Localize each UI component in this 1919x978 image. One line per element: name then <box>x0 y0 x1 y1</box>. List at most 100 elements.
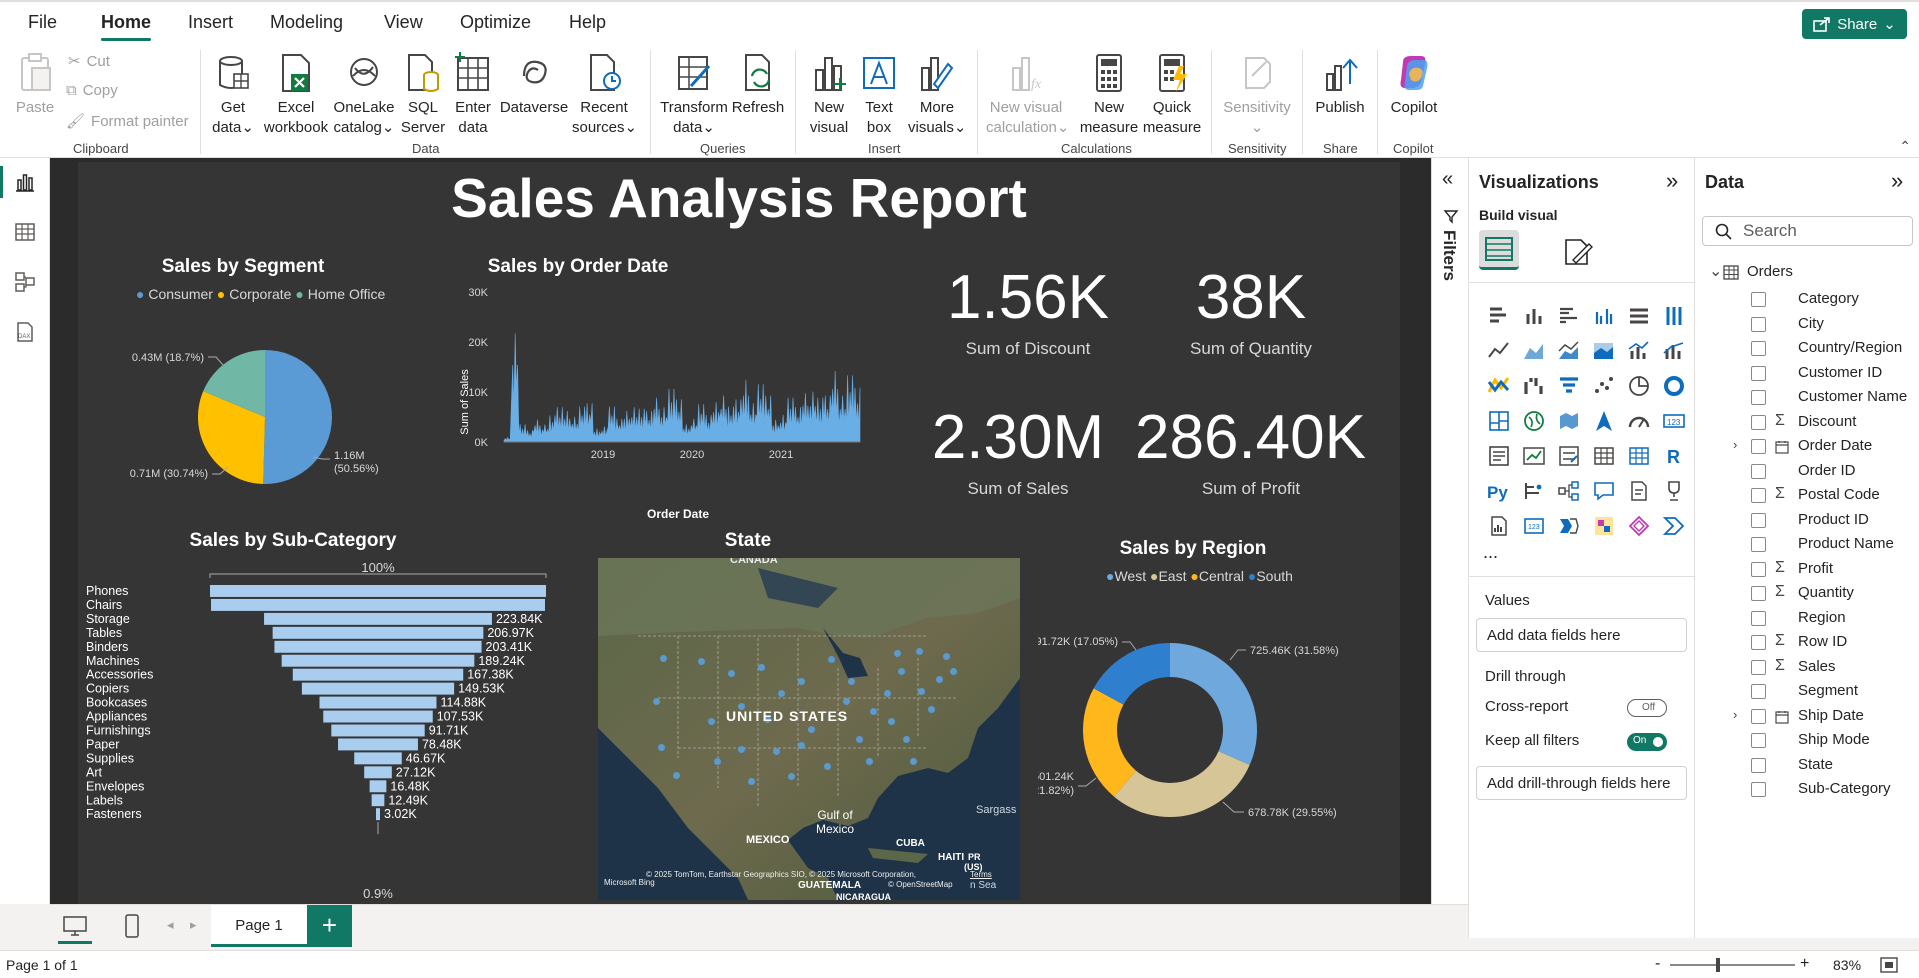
more-visuals-button[interactable]: More visuals⌄ <box>908 52 966 138</box>
field-checkbox[interactable] <box>1751 341 1766 356</box>
ribbon-chart-visual-button[interactable] <box>1481 368 1516 403</box>
field-checkbox[interactable] <box>1751 292 1766 307</box>
field-checkbox[interactable] <box>1751 708 1766 724</box>
field-checkbox[interactable] <box>1751 512 1766 528</box>
map-point[interactable] <box>808 726 815 733</box>
field-segment[interactable]: Segment <box>1695 680 1919 704</box>
filters-pane-collapsed[interactable]: « Filters <box>1431 158 1468 904</box>
table-view-icon[interactable] <box>13 220 37 244</box>
new-visual-button[interactable]: New visual <box>806 52 852 138</box>
map-globe-visual-button[interactable] <box>1516 403 1551 438</box>
map-visual[interactable]: CANADA UNITED STATES Gulf of Mexico MEXIC… <box>598 558 1020 900</box>
field-checkbox[interactable] <box>1751 439 1766 454</box>
map-point[interactable] <box>870 708 877 715</box>
zoom-slider[interactable] <box>1670 964 1795 966</box>
stacked-bar-chart-visual-button[interactable] <box>1481 298 1516 333</box>
card-new-visual-button[interactable]: 123 <box>1516 508 1551 543</box>
map-point[interactable] <box>778 690 785 697</box>
field-checkbox[interactable] <box>1751 414 1766 430</box>
map-point[interactable] <box>660 655 667 662</box>
text-box-button[interactable]: Text box <box>856 52 902 138</box>
map-terms-link[interactable]: Terms <box>970 870 992 879</box>
field-country-region[interactable]: Country/Region <box>1695 337 1919 361</box>
metrics-visual-button[interactable] <box>1621 508 1656 543</box>
field-checkbox[interactable] <box>1751 684 1766 699</box>
drill-through-field-well[interactable]: Add drill-through fields here <box>1476 766 1687 800</box>
field-profit[interactable]: Σ Profit <box>1695 558 1919 582</box>
zoom-out-button[interactable]: - <box>1655 955 1660 973</box>
100-stacked-area-visual-button[interactable] <box>1586 333 1621 368</box>
recent-sources-button[interactable]: Recent sources⌄ <box>572 52 637 138</box>
field-customer-id[interactable]: Customer ID <box>1695 362 1919 386</box>
zoom-in-button[interactable]: + <box>1800 955 1809 973</box>
onelake-catalog-button[interactable]: OneLake catalog⌄ <box>332 52 396 138</box>
field-quantity[interactable]: Σ Quantity <box>1695 582 1919 606</box>
map-point[interactable] <box>653 698 660 705</box>
pie-chart-visual-button[interactable] <box>1621 368 1656 403</box>
field-checkbox[interactable] <box>1751 659 1766 675</box>
funnel-chart-visual-button[interactable] <box>1551 368 1586 403</box>
collapse-ribbon-icon[interactable]: ⌃ <box>1899 138 1911 155</box>
clustered-column-chart-visual-button[interactable] <box>1586 298 1621 333</box>
field-checkbox[interactable] <box>1751 733 1766 748</box>
filled-map-visual-button[interactable] <box>1551 403 1586 438</box>
new-visual-calculation-button[interactable]: fx New visual calculation⌄ <box>986 52 1069 138</box>
previous-page-icon[interactable]: ◂ <box>167 917 174 933</box>
field-product-id[interactable]: Product ID <box>1695 509 1919 533</box>
field-row-id[interactable]: Σ Row ID <box>1695 631 1919 655</box>
field-customer-name[interactable]: Customer Name <box>1695 386 1919 410</box>
map-point[interactable] <box>856 736 863 743</box>
field-category[interactable]: Category <box>1695 288 1919 312</box>
next-page-icon[interactable]: ▸ <box>190 917 197 933</box>
power-automate-visual-button[interactable] <box>1551 508 1586 543</box>
field-checkbox[interactable] <box>1751 782 1766 797</box>
model-view-icon[interactable] <box>13 270 37 294</box>
sql-server-button[interactable]: SQL Server <box>400 52 446 138</box>
paste-button[interactable]: Paste <box>14 52 56 118</box>
map-point[interactable] <box>728 670 735 677</box>
scatter-chart-visual-button[interactable] <box>1586 368 1621 403</box>
clustered-bar-chart-visual-button[interactable] <box>1551 298 1586 333</box>
tab-modeling[interactable]: Modeling <box>270 12 343 33</box>
map-point[interactable] <box>708 718 715 725</box>
field-checkbox[interactable] <box>1751 561 1766 577</box>
tab-insert[interactable]: Insert <box>188 12 233 33</box>
field-checkbox[interactable] <box>1751 610 1766 626</box>
100-bar-chart-visual-button[interactable] <box>1621 298 1656 333</box>
values-field-well[interactable]: Add data fields here <box>1476 618 1687 652</box>
table-visual-button[interactable] <box>1586 438 1621 473</box>
dataverse-button[interactable]: Dataverse <box>499 52 569 118</box>
field-checkbox[interactable] <box>1751 463 1766 479</box>
map-point[interactable] <box>798 742 805 749</box>
line-column-chart-visual-button[interactable] <box>1621 333 1656 368</box>
table-orders[interactable]: ⌄ Orders <box>1695 258 1919 288</box>
map-point[interactable] <box>898 668 905 675</box>
field-checkbox[interactable] <box>1751 586 1766 601</box>
field-region[interactable]: Region <box>1695 607 1919 631</box>
100-column-chart-visual-button[interactable] <box>1656 298 1691 333</box>
map-point[interactable] <box>888 718 895 725</box>
cross-report-toggle[interactable]: Off <box>1627 699 1667 717</box>
field-checkbox[interactable] <box>1751 365 1766 381</box>
map-point[interactable] <box>936 676 943 683</box>
fit-to-page-icon[interactable] <box>1880 957 1898 973</box>
map-osm-link[interactable]: © OpenStreetMap <box>888 880 953 889</box>
page-tab-1[interactable]: Page 1 <box>211 905 307 947</box>
mobile-layout-icon[interactable] <box>124 913 140 939</box>
map-point[interactable] <box>910 758 917 765</box>
field-ship-date[interactable]: › Ship Date <box>1695 705 1919 729</box>
map-point[interactable] <box>828 656 835 663</box>
more-visuals-ellipsis[interactable]: ... <box>1483 542 1498 563</box>
map-point[interactable] <box>714 758 721 765</box>
map-point[interactable] <box>884 690 891 697</box>
field-ship-mode[interactable]: Ship Mode <box>1695 729 1919 753</box>
matrix-visual-button[interactable] <box>1621 438 1656 473</box>
smart-narrative-visual-button[interactable] <box>1621 473 1656 508</box>
donut-chart-visual-button[interactable] <box>1656 368 1691 403</box>
field-checkbox[interactable] <box>1751 757 1766 773</box>
transform-data-button[interactable]: Transform data⌄ <box>660 52 728 138</box>
map-point[interactable] <box>773 748 780 755</box>
map-point[interactable] <box>943 653 950 660</box>
r-visual-visual-button[interactable]: R <box>1656 438 1691 473</box>
zoom-slider-thumb[interactable] <box>1716 958 1720 972</box>
